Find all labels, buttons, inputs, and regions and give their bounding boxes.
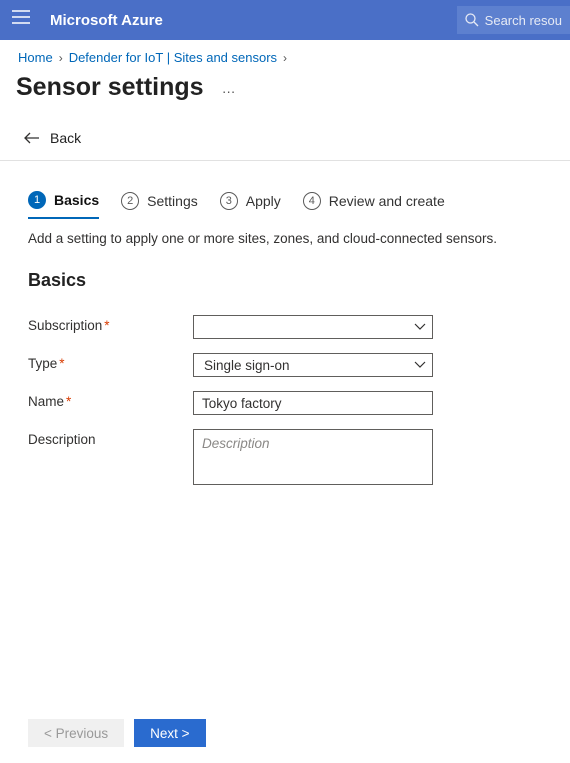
tab-settings[interactable]: 2 Settings <box>121 192 198 218</box>
title-row: Sensor settings … <box>0 65 570 112</box>
more-icon[interactable]: … <box>222 80 238 96</box>
section-heading-basics: Basics <box>0 246 570 291</box>
breadcrumb-home[interactable]: Home <box>18 50 53 65</box>
azure-topbar: Microsoft Azure Search resou <box>0 0 570 40</box>
subscription-select[interactable] <box>193 315 433 339</box>
next-button[interactable]: Next > <box>134 719 205 747</box>
arrow-left-icon <box>24 132 40 144</box>
search-input[interactable]: Search resou <box>457 6 570 34</box>
tab-number: 1 <box>28 191 46 209</box>
wizard-footer: < Previous Next > <box>28 719 206 747</box>
tab-label: Settings <box>147 193 198 209</box>
tab-basics[interactable]: 1 Basics <box>28 191 99 219</box>
description-textarea[interactable] <box>193 429 433 485</box>
chevron-right-icon: › <box>59 51 63 65</box>
breadcrumb: Home › Defender for IoT | Sites and sens… <box>0 40 570 65</box>
tab-number: 2 <box>121 192 139 210</box>
page-title: Sensor settings <box>16 73 204 102</box>
tab-label: Apply <box>246 193 281 209</box>
basics-form: Subscription* Type* Single sign-on Name*… <box>0 291 570 490</box>
tab-review-create[interactable]: 4 Review and create <box>303 192 445 218</box>
type-value: Single sign-on <box>200 358 414 373</box>
tab-label: Basics <box>54 192 99 208</box>
name-input[interactable] <box>193 391 433 415</box>
chevron-down-icon <box>414 361 426 369</box>
name-label: Name* <box>28 391 193 409</box>
wizard-tabs: 1 Basics 2 Settings 3 Apply 4 Review and… <box>0 161 570 219</box>
tab-number: 3 <box>220 192 238 210</box>
brand-label: Microsoft Azure <box>50 12 163 29</box>
tab-number: 4 <box>303 192 321 210</box>
back-label: Back <box>50 130 81 146</box>
search-placeholder: Search resou <box>485 13 562 28</box>
description-label: Description <box>28 429 193 447</box>
tab-apply[interactable]: 3 Apply <box>220 192 281 218</box>
breadcrumb-defender-iot[interactable]: Defender for IoT | Sites and sensors <box>69 50 277 65</box>
type-select[interactable]: Single sign-on <box>193 353 433 377</box>
chevron-right-icon: › <box>283 51 287 65</box>
search-icon <box>465 13 479 27</box>
back-button[interactable]: Back <box>0 112 570 161</box>
chevron-down-icon <box>414 323 426 331</box>
tab-description: Add a setting to apply one or more sites… <box>0 219 570 246</box>
tab-label: Review and create <box>329 193 445 209</box>
subscription-label: Subscription* <box>28 315 193 333</box>
hamburger-icon[interactable] <box>12 10 32 30</box>
type-label: Type* <box>28 353 193 371</box>
previous-button[interactable]: < Previous <box>28 719 124 747</box>
